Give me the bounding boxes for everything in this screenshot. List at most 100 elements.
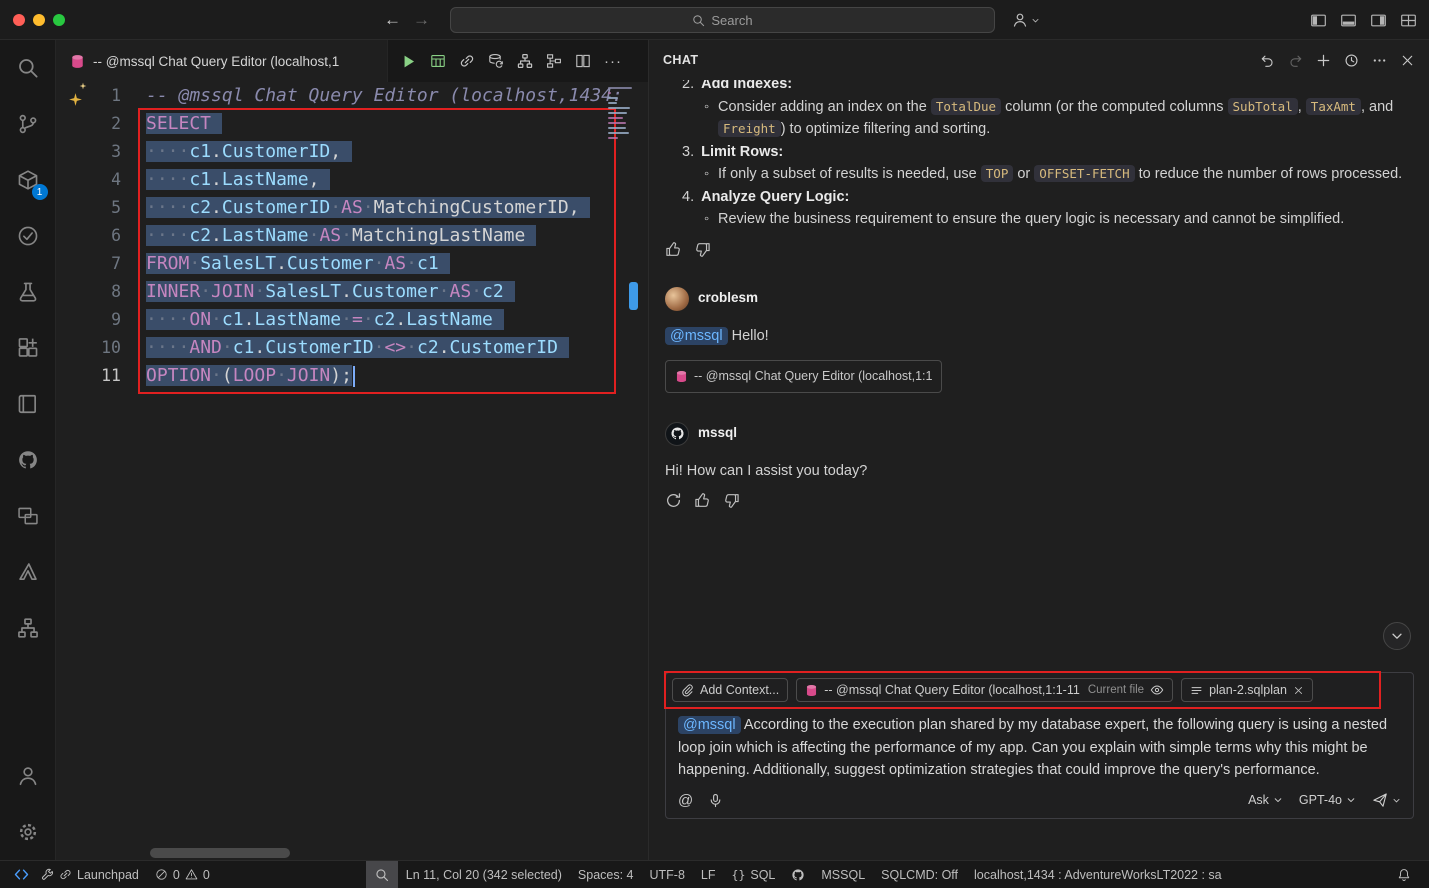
editor-tab[interactable]: -- @mssql Chat Query Editor (localhost,1 — [56, 40, 388, 82]
sidebar-item-testing[interactable] — [0, 264, 56, 320]
problems-item[interactable]: 0 0 — [147, 861, 218, 888]
sidebar-item-docs[interactable] — [0, 376, 56, 432]
context-file-chip[interactable]: -- @mssql Chat Query Editor (localhost,1… — [796, 678, 1173, 702]
encoding-item[interactable]: UTF-8 — [642, 861, 693, 888]
code-line[interactable]: 1-- @mssql Chat Query Editor (localhost,… — [56, 82, 648, 110]
sidebar-item-schema-designer[interactable] — [0, 600, 56, 656]
chevron-down-icon — [1273, 795, 1283, 805]
sidebar-item-source-control[interactable] — [0, 96, 56, 152]
sidebar-item-explorer-package[interactable]: 1 — [0, 152, 56, 208]
beaker-icon — [17, 281, 39, 303]
editor-tab-title: -- @mssql Chat Query Editor (localhost,1 — [93, 54, 339, 69]
cursor-position-item[interactable]: Ln 11, Col 20 (342 selected) — [398, 861, 570, 888]
zoom-indicator[interactable] — [366, 861, 398, 888]
code-line[interactable]: 7FROM·SalesLT.Customer·AS·c1 — [56, 250, 648, 278]
sqlcmd-item[interactable]: SQLCMD: Off — [873, 861, 966, 888]
more-actions-icon[interactable]: ··· — [604, 53, 622, 70]
connection-item[interactable]: localhost,1434 : AdventureWorksLT2022 : … — [966, 861, 1230, 888]
eye-icon[interactable] — [1150, 683, 1164, 697]
thumbs-down-icon[interactable] — [694, 241, 711, 258]
model-label: GPT-4o — [1299, 793, 1342, 807]
forward-button[interactable]: → — [413, 10, 430, 30]
launchpad-item[interactable]: Launchpad — [33, 861, 147, 888]
chat-input-box[interactable]: Add Context... -- @mssql Chat Query Edit… — [665, 672, 1414, 819]
horizontal-scrollbar[interactable] — [150, 848, 290, 858]
scroll-to-bottom-button[interactable] — [1383, 622, 1411, 650]
disconnect-plug-icon[interactable] — [459, 53, 475, 69]
run-query-icon[interactable] — [400, 53, 417, 70]
sidebar-item-accounts[interactable] — [0, 748, 56, 804]
close-icon[interactable] — [1400, 53, 1415, 68]
text-cursor — [353, 366, 355, 387]
redo-icon[interactable] — [1288, 53, 1303, 68]
back-button[interactable]: ← — [384, 10, 401, 30]
maximize-window-button[interactable] — [53, 14, 65, 26]
toggle-secondary-sidebar-icon[interactable] — [1370, 12, 1387, 29]
line-number: 7 — [56, 250, 121, 278]
history-icon[interactable] — [1344, 53, 1359, 68]
code-editor[interactable]: 1-- @mssql Chat Query Editor (localhost,… — [56, 82, 648, 860]
thumbs-down-icon[interactable] — [723, 492, 740, 509]
sidebar-item-github[interactable] — [0, 432, 56, 488]
indentation-item[interactable]: Spaces: 4 — [570, 861, 642, 888]
code-line[interactable]: 11OPTION·(LOOP·JOIN); — [56, 362, 648, 390]
add-context-button[interactable]: Add Context... — [672, 678, 788, 702]
sidebar-item-extensions[interactable] — [0, 320, 56, 376]
split-editor-icon[interactable] — [575, 53, 591, 69]
sidebar-item-remote-explorer[interactable] — [0, 488, 56, 544]
code-line[interactable]: 9····ON·c1.LastName·=·c2.LastName — [56, 306, 648, 334]
code-line[interactable]: 2SELECT — [56, 110, 648, 138]
code-line[interactable]: 6····c2.LastName·AS·MatchingLastName — [56, 222, 648, 250]
code-line[interactable]: 5····c2.CustomerID·AS·MatchingCustomerID… — [56, 194, 648, 222]
bell-icon — [1397, 868, 1411, 882]
code-line[interactable]: 3····c1.CustomerID, — [56, 138, 648, 166]
account-icon — [17, 765, 39, 787]
database-refresh-icon[interactable] — [488, 53, 504, 69]
language-item[interactable]: {}SQL — [724, 861, 784, 888]
sidebar-item-settings[interactable] — [0, 804, 56, 860]
thumbs-up-icon[interactable] — [665, 241, 682, 258]
regenerate-icon[interactable] — [665, 492, 682, 509]
results-grid-icon[interactable] — [430, 53, 446, 69]
code-line[interactable]: 8INNER·JOIN·SalesLT.Customer·AS·c2 — [56, 278, 648, 306]
code-line[interactable]: 4····c1.LastName, — [56, 166, 648, 194]
microphone-icon[interactable] — [708, 793, 723, 808]
sidebar-item-tasks[interactable] — [0, 208, 56, 264]
model-dropdown[interactable]: GPT-4o — [1299, 793, 1356, 807]
notifications-item[interactable] — [1389, 861, 1419, 888]
mssql-item[interactable]: MSSQL — [813, 861, 873, 888]
mention-icon[interactable]: @ — [678, 792, 693, 809]
message-attachment[interactable]: -- @mssql Chat Query Editor (localhost,1… — [665, 360, 942, 393]
new-chat-icon[interactable] — [1316, 53, 1331, 68]
minimize-window-button[interactable] — [33, 14, 45, 26]
toggle-panel-icon[interactable] — [1340, 12, 1357, 29]
schema-flow-icon[interactable] — [517, 53, 533, 69]
line-number: 8 — [56, 278, 121, 306]
minimap[interactable] — [608, 87, 634, 142]
close-icon[interactable] — [1293, 685, 1304, 696]
sidebar-item-azure[interactable] — [0, 544, 56, 600]
customize-layout-icon[interactable] — [1400, 12, 1417, 29]
schema-hierarchy-icon[interactable] — [546, 53, 562, 69]
remote-indicator[interactable] — [10, 861, 33, 888]
scrollbar-decoration[interactable] — [629, 282, 638, 310]
code-area[interactable]: 1-- @mssql Chat Query Editor (localhost,… — [56, 82, 648, 390]
send-button[interactable] — [1372, 792, 1401, 808]
title-bar: ← → Search — [0, 0, 1429, 40]
undo-icon[interactable] — [1260, 53, 1275, 68]
chat-input-text[interactable]: @mssql According to the execution plan s… — [666, 707, 1413, 785]
mode-dropdown[interactable]: Ask — [1248, 793, 1283, 807]
close-window-button[interactable] — [13, 14, 25, 26]
eol-item[interactable]: LF — [693, 861, 724, 888]
code-line[interactable]: 10····AND·c1.CustomerID·<>·c2.CustomerID — [56, 334, 648, 362]
more-icon[interactable] — [1372, 53, 1387, 68]
thumbs-up-icon[interactable] — [694, 492, 711, 509]
copilot-status-item[interactable] — [783, 861, 813, 888]
command-center-search[interactable]: Search — [450, 7, 995, 33]
status-bar: Launchpad 0 0 Ln 11, Col 20 (342 selecte… — [0, 860, 1429, 888]
accounts-menu[interactable] — [1012, 0, 1040, 40]
copilot-sparkle-icon[interactable] — [68, 85, 83, 113]
context-plan-chip[interactable]: plan-2.sqlplan — [1181, 678, 1313, 702]
toggle-sidebar-icon[interactable] — [1310, 12, 1327, 29]
sidebar-item-search[interactable] — [0, 40, 56, 96]
